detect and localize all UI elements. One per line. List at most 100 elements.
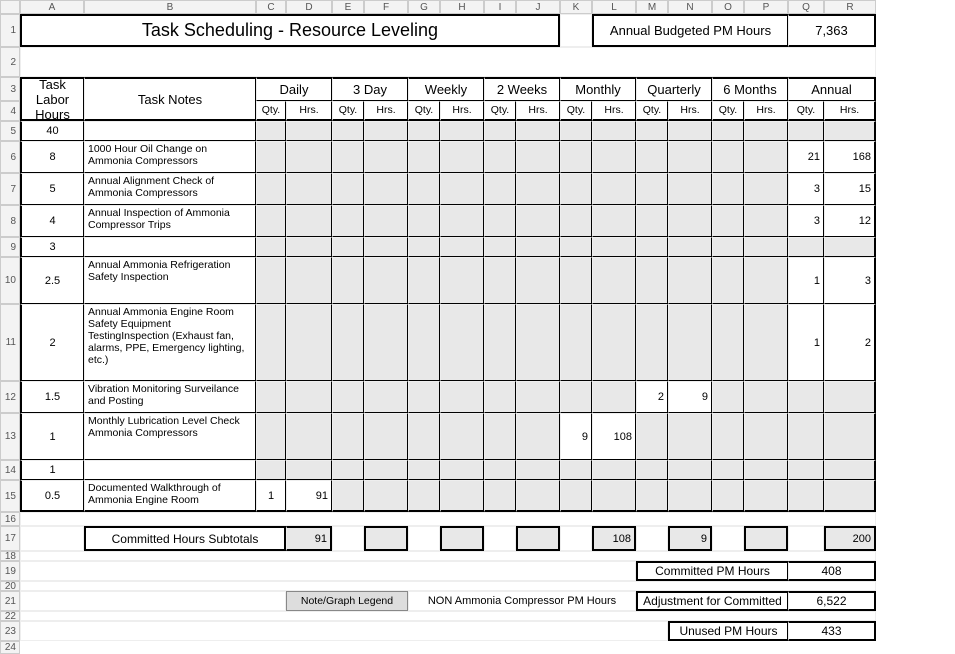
col-hdr[interactable]: F — [364, 0, 408, 14]
annual-hrs[interactable]: 2 — [824, 304, 876, 381]
cell[interactable] — [560, 304, 592, 381]
cell[interactable] — [592, 460, 636, 480]
cell[interactable] — [484, 237, 516, 257]
cell[interactable] — [408, 460, 440, 480]
cell[interactable] — [560, 141, 592, 173]
cell[interactable] — [668, 257, 712, 304]
task-note[interactable]: Annual Ammonia Engine Room Safety Equipm… — [84, 304, 256, 381]
budget-label[interactable]: Annual Budgeted PM Hours — [592, 14, 788, 47]
cell[interactable] — [484, 460, 516, 480]
cell[interactable] — [20, 591, 286, 611]
cell[interactable] — [636, 480, 668, 512]
hdr-hrs[interactable]: Hrs. — [286, 101, 332, 121]
col-hdr[interactable]: K — [560, 0, 592, 14]
task-note[interactable]: Vibration Monitoring Surveilance and Pos… — [84, 381, 256, 413]
row-hdr[interactable]: 20 — [0, 581, 20, 591]
col-hdr[interactable]: M — [636, 0, 668, 14]
cell[interactable] — [332, 121, 364, 141]
cell[interactable] — [332, 413, 364, 460]
cell[interactable] — [516, 205, 560, 237]
legend-label[interactable]: Note/Graph Legend — [286, 591, 408, 611]
cell[interactable] — [484, 121, 516, 141]
cell[interactable] — [824, 121, 876, 141]
col-hdr[interactable]: Q — [788, 0, 824, 14]
cell[interactable] — [440, 237, 484, 257]
cell[interactable] — [592, 237, 636, 257]
task-hours[interactable]: 4 — [20, 205, 84, 237]
cell[interactable] — [560, 381, 592, 413]
cell[interactable] — [256, 121, 286, 141]
cell[interactable] — [20, 526, 84, 551]
hdr-hrs[interactable]: Hrs. — [824, 101, 876, 121]
cell[interactable] — [744, 237, 788, 257]
annual-hrs[interactable]: 168 — [824, 141, 876, 173]
unused-label[interactable]: Unused PM Hours — [668, 621, 788, 641]
cell[interactable] — [408, 173, 440, 205]
cell[interactable] — [712, 257, 744, 304]
cell[interactable] — [744, 480, 788, 512]
cell[interactable] — [20, 621, 668, 641]
cell[interactable] — [712, 381, 744, 413]
cell[interactable] — [286, 173, 332, 205]
cell[interactable] — [516, 413, 560, 460]
task-hours[interactable]: 1 — [20, 413, 84, 460]
task-hours[interactable]: 2 — [20, 304, 84, 381]
cell[interactable] — [332, 526, 364, 551]
adjustment-value[interactable]: 6,522 — [788, 591, 876, 611]
col-hdr[interactable]: I — [484, 0, 516, 14]
cell[interactable] — [560, 205, 592, 237]
hdr-hrs[interactable]: Hrs. — [440, 101, 484, 121]
cell[interactable] — [636, 257, 668, 304]
quarterly-qty[interactable]: 2 — [636, 381, 668, 413]
cell[interactable] — [636, 304, 668, 381]
task-note[interactable] — [84, 460, 256, 480]
cell[interactable] — [668, 141, 712, 173]
cell[interactable] — [440, 141, 484, 173]
cell[interactable] — [440, 480, 484, 512]
task-hours[interactable]: 40 — [20, 121, 84, 141]
row-hdr[interactable]: 8 — [0, 205, 20, 237]
cell[interactable] — [484, 304, 516, 381]
subtotal-2weeks[interactable] — [516, 526, 560, 551]
cell[interactable] — [636, 237, 668, 257]
cell[interactable] — [516, 257, 560, 304]
cell[interactable] — [440, 205, 484, 237]
adjustment-label[interactable]: Adjustment for Committed — [636, 591, 788, 611]
task-hours[interactable]: 1 — [20, 460, 84, 480]
cell[interactable] — [788, 237, 824, 257]
row-hdr[interactable]: 13 — [0, 413, 20, 460]
cell[interactable] — [668, 460, 712, 480]
cell[interactable] — [668, 304, 712, 381]
col-hdr[interactable]: O — [712, 0, 744, 14]
row-hdr[interactable]: 3 — [0, 77, 20, 101]
annual-qty[interactable]: 1 — [788, 257, 824, 304]
cell[interactable] — [744, 413, 788, 460]
row-hdr[interactable]: 1 — [0, 14, 20, 47]
annual-hrs[interactable]: 15 — [824, 173, 876, 205]
budget-value[interactable]: 7,363 — [788, 14, 876, 47]
cell[interactable] — [256, 413, 286, 460]
task-note[interactable]: Annual Ammonia Refrigeration Safety Insp… — [84, 257, 256, 304]
hdr-period[interactable]: Daily — [256, 77, 332, 101]
row-hdr[interactable]: 21 — [0, 591, 20, 611]
cell[interactable] — [408, 304, 440, 381]
cell[interactable] — [440, 304, 484, 381]
cell[interactable] — [256, 237, 286, 257]
row-hdr[interactable]: 2 — [0, 47, 20, 77]
col-hdr[interactable]: L — [592, 0, 636, 14]
col-hdr[interactable]: N — [668, 0, 712, 14]
cell[interactable] — [560, 480, 592, 512]
row-hdr[interactable]: 17 — [0, 526, 20, 551]
cell[interactable] — [256, 460, 286, 480]
cell[interactable] — [592, 205, 636, 237]
cell[interactable] — [332, 173, 364, 205]
subtotal-label[interactable]: Committed Hours Subtotals — [84, 526, 286, 551]
cell[interactable] — [824, 381, 876, 413]
cell[interactable] — [592, 141, 636, 173]
cell[interactable] — [560, 460, 592, 480]
cell[interactable] — [560, 173, 592, 205]
cell[interactable] — [286, 205, 332, 237]
cell[interactable] — [286, 121, 332, 141]
hdr-task-labor-hours[interactable]: Task Labor Hours — [20, 77, 84, 121]
cell[interactable] — [332, 205, 364, 237]
